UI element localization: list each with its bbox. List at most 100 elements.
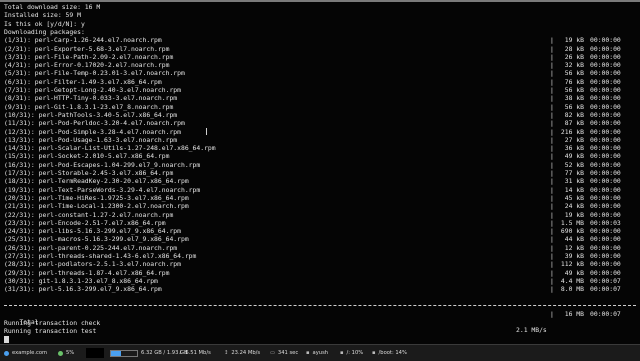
package-time: 00:00:00 <box>590 94 621 103</box>
package-row: (25/31): perl-macros-5.16.3-299.el7_9.x8… <box>4 235 636 243</box>
status-user: ▪ ayush <box>306 347 328 359</box>
package-size: 87 kB <box>564 119 584 128</box>
package-row: (19/31): perl-Text-ParseWords-3.29-4.el7… <box>4 186 636 194</box>
package-time: 00:00:00 <box>590 36 621 45</box>
column-separator: | <box>550 119 554 128</box>
package-row: (21/31): perl-Time-Local-1.2300-2.el7.no… <box>4 202 636 210</box>
column-separator: | <box>550 193 554 202</box>
mem-gauge <box>110 349 138 357</box>
package-name: (29/31): perl-threads-1.87-4.el7.x86_64.… <box>4 268 170 277</box>
status-uptime: ▭ 341 sec <box>270 347 298 359</box>
package-time: 00:00:00 <box>590 86 621 94</box>
package-name: (23/31): perl-Encode-2.51-7.el7.x86_64.r… <box>4 218 166 227</box>
column-separator: | <box>550 102 554 111</box>
package-time: 00:00:07 <box>590 285 621 294</box>
package-size: 36 kB <box>564 144 584 153</box>
column-separator: | <box>550 144 554 153</box>
status-down: ↓ 6.51 Mb/s <box>178 347 211 359</box>
package-name: (1/31): perl-Carp-1.26-244.el7.noarch.rp… <box>4 36 162 45</box>
package-time: 00:00:00 <box>590 260 621 269</box>
package-size: 8.0 MB <box>560 285 584 294</box>
package-size: 12 kB <box>564 243 584 252</box>
package-name: (7/31): perl-Getopt-Long-2.40-3.el7.noar… <box>4 86 181 94</box>
total-separator <box>4 305 636 307</box>
package-time: 00:00:00 <box>590 169 621 177</box>
package-name: (4/31): perl-Error-0.17020-2.el7.noarch.… <box>4 61 170 70</box>
column-separator: | <box>550 61 554 70</box>
header-line: Installed size: 59 M <box>4 11 81 20</box>
user-icon: ▪ <box>306 350 310 356</box>
package-name: (6/31): perl-Filter-1.49-3.el7.x86_64.rp… <box>4 77 162 86</box>
package-size: 38 kB <box>564 94 584 103</box>
boot-disk-label: /boot: 14% <box>378 350 407 356</box>
package-name: (19/31): perl-Text-ParseWords-3.29-4.el7… <box>4 185 201 194</box>
package-row: (22/31): perl-constant-1.27-2.el7.noarch… <box>4 211 636 219</box>
terminal-cursor <box>4 336 9 343</box>
column-separator: | <box>550 268 554 277</box>
package-size: 56 kB <box>564 69 584 78</box>
package-time: 00:00:00 <box>590 127 621 136</box>
column-separator: | <box>550 252 554 260</box>
package-time: 00:00:00 <box>590 227 621 236</box>
package-row: (28/31): perl-podlators-2.5.1-3.el7.noar… <box>4 260 636 268</box>
package-row: (26/31): perl-parent-0.225-244.el7.noarc… <box>4 244 636 252</box>
package-row: (16/31): perl-Pod-Escapes-1.04-299.el7_9… <box>4 161 636 169</box>
package-size: 26 kB <box>564 52 584 61</box>
package-time: 00:00:00 <box>590 52 621 61</box>
package-name: (13/31): perl-Pod-Usage-1.63-3.el7.noarc… <box>4 135 178 144</box>
package-name: (18/31): perl-TermReadKey-2.30-20.el7.x8… <box>4 177 189 186</box>
root-disk-label: /: 10% <box>346 350 364 356</box>
package-name: (12/31): perl-Pod-Simple-3.28-4.el7.noar… <box>4 127 181 136</box>
package-name: (11/31): perl-Pod-Perldoc-3.20-4.el7.noa… <box>4 119 185 128</box>
column-separator: | <box>550 202 554 211</box>
package-time: 00:00:00 <box>590 177 621 186</box>
package-size: 112 kB <box>560 260 584 269</box>
package-time: 00:00:00 <box>590 193 621 202</box>
package-name: (22/31): perl-constant-1.27-2.el7.noarch… <box>4 210 174 219</box>
package-size: 28 kB <box>564 44 584 53</box>
package-row: (10/31): perl-PathTools-3.40-5.el7.x86_6… <box>4 111 636 119</box>
package-time: 00:00:00 <box>590 202 621 211</box>
up-label: 23.24 Mb/s <box>231 350 261 356</box>
column-separator: | <box>550 285 554 294</box>
window-top-border <box>0 0 640 2</box>
column-separator: | <box>550 94 554 103</box>
column-separator: | <box>550 69 554 78</box>
package-name: (15/31): perl-Socket-2.010-5.el7.x86_64.… <box>4 152 170 161</box>
package-name: (26/31): perl-parent-0.225-244.el7.noarc… <box>4 243 178 252</box>
column-separator: | <box>550 218 554 227</box>
package-name: (3/31): perl-File-Path-2.09-2.el7.noarch… <box>4 52 174 61</box>
cpu-icon <box>58 350 63 356</box>
package-time: 00:00:00 <box>590 69 621 78</box>
package-name: (2/31): perl-Exporter-5.68-3.el7.noarch.… <box>4 44 170 53</box>
disk-icon: ▪ <box>340 350 344 356</box>
terminal-window[interactable]: Total download size: 16 M Installed size:… <box>0 0 640 344</box>
package-row: (20/31): perl-Time-HiRes-1.9725-3.el7.x8… <box>4 194 636 202</box>
package-size: 49 kB <box>564 152 584 161</box>
column-separator: | <box>550 86 554 94</box>
package-size: 31 kB <box>564 177 584 186</box>
status-bar: example.com 5% 6.32 GB / 1.93 GB ↓ 6.51 … <box>0 344 640 361</box>
column-separator: | <box>550 276 554 285</box>
total-time: 00:00:07 <box>590 310 621 318</box>
package-time: 00:00:00 <box>590 210 621 219</box>
package-size: 19 kB <box>564 210 584 219</box>
package-row: (2/31): perl-Exporter-5.68-3.el7.noarch.… <box>4 45 636 53</box>
clock-icon: ▭ <box>270 350 275 356</box>
header-line: Downloading packages: <box>4 27 85 36</box>
column-separator: | <box>550 36 554 45</box>
host-icon <box>4 350 9 356</box>
package-size: 1.5 MB <box>560 218 584 227</box>
package-row: (27/31): perl-threads-shared-1.43-6.el7.… <box>4 252 636 260</box>
package-row: (1/31): perl-Carp-1.26-244.el7.noarch.rp… <box>4 36 636 44</box>
status-blank <box>86 347 108 359</box>
package-size: 19 kB <box>564 36 584 45</box>
package-size: 44 kB <box>564 235 584 244</box>
column-separator: | <box>550 135 554 144</box>
package-time: 00:00:00 <box>590 61 621 70</box>
mouse-ibeam-cursor <box>206 128 207 135</box>
package-size: 27 kB <box>564 135 584 144</box>
footer-line-2: Running transaction test <box>4 327 97 335</box>
package-time: 00:00:00 <box>590 110 621 119</box>
package-size: 56 kB <box>564 86 584 94</box>
